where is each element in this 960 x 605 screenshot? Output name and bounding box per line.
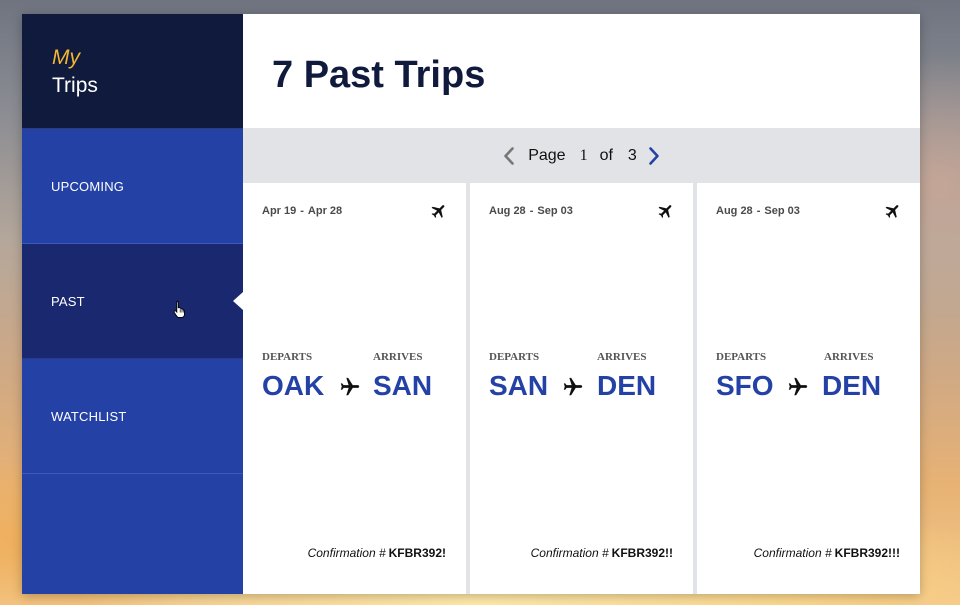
trip-cards: Apr 19- Apr 28 DEPARTS ARRIVES OAK SAN C… [243, 183, 920, 594]
pager-next-button[interactable] [643, 145, 665, 167]
trip-card[interactable]: Apr 19- Apr 28 DEPARTS ARRIVES OAK SAN C… [243, 183, 466, 594]
sidebar-item-label: PAST [51, 293, 85, 309]
date-separator: - [529, 205, 534, 217]
arrival-code: DEN [822, 370, 882, 401]
trip-start-date: Apr 19 [262, 205, 297, 217]
airplane-icon [658, 205, 672, 218]
sidebar-item-label: UPCOMING [51, 178, 125, 194]
page-title: 7 Past Trips [272, 54, 486, 96]
route-codes: OAK SAN [262, 370, 462, 406]
main-panel: 7 Past Trips Page 1 of 3 Apr 19-Apr 28 [243, 14, 920, 594]
arrives-label: ARRIVES [824, 351, 874, 363]
departs-label: DEPARTS [489, 351, 540, 363]
chevron-left-icon [504, 146, 514, 165]
brand-my: My [52, 46, 80, 69]
airplane-right-icon [340, 377, 360, 396]
departure-code: SFO [716, 370, 774, 401]
app-window: My Trips UPCOMING PAST WATCHLIST 7 Past … [22, 14, 920, 594]
date-separator: - [756, 205, 761, 217]
hand-pointer-cursor-icon [173, 300, 185, 318]
airplane-icon [431, 205, 445, 218]
confirmation: Confirmation # KFBR392! [308, 546, 446, 560]
sidebar-item-label: WATCHLIST [51, 408, 127, 424]
trip-dates: Aug 28- Sep 03 [489, 205, 573, 217]
trip-start-date: Aug 28 [489, 205, 526, 217]
airplane-right-icon [563, 377, 583, 396]
chevron-right-icon [649, 146, 659, 165]
arrives-label: ARRIVES [373, 351, 423, 363]
confirmation-label: Confirmation # [753, 546, 832, 560]
trip-end-date: Sep 03 [537, 205, 573, 217]
sidebar-item-watchlist[interactable]: WATCHLIST [22, 359, 243, 474]
trip-end-date: Apr 28 [307, 205, 343, 217]
confirmation: Confirmation # KFBR392!!! [754, 546, 900, 560]
pager-label: Page [528, 146, 566, 164]
arrival-code: DEN [597, 370, 657, 401]
pagination: Page 1 of 3 [243, 128, 920, 183]
pager-prev-button[interactable] [498, 145, 520, 167]
confirmation-label: Confirmation # [307, 546, 386, 560]
route-codes: SAN DEN [489, 370, 689, 406]
route-codes: SFO DEN [716, 370, 916, 406]
arrival-code: SAN [373, 370, 433, 401]
brand-trips: Trips [52, 74, 98, 97]
trip-dates: Aug 28- Sep 03 [716, 205, 800, 217]
sidebar: My Trips UPCOMING PAST WATCHLIST [22, 14, 243, 594]
route-labels: DEPARTS ARRIVES [716, 351, 906, 363]
confirmation-code: KFBR392! [388, 546, 446, 560]
confirmation-code: KFBR392!!! [834, 546, 900, 560]
trip-start-date: Aug 28 [716, 205, 753, 217]
confirmation-label: Confirmation # [530, 546, 609, 560]
trip-card[interactable]: Aug 28- Sep 03 DEPARTS ARRIVES SFO DEN C… [697, 183, 920, 594]
confirmation-code: KFBR392!! [611, 546, 673, 560]
route-labels: DEPARTS ARRIVES [489, 351, 679, 363]
pager-of: of [599, 146, 613, 164]
arrives-label: ARRIVES [597, 351, 647, 363]
departure-code: OAK [262, 370, 325, 401]
date-separator: - [300, 205, 304, 217]
sidebar-item-past[interactable]: PAST [22, 244, 243, 359]
route-labels: DEPARTS ARRIVES [262, 351, 452, 363]
trip-dates: Apr 19- Apr 28 [262, 205, 342, 217]
airplane-right-icon [788, 377, 808, 396]
pager-current: 1 [579, 146, 588, 164]
header: 7 Past Trips [243, 14, 920, 128]
airplane-icon [885, 205, 899, 218]
departure-code: SAN [489, 370, 549, 401]
confirmation: Confirmation # KFBR392!! [531, 546, 673, 560]
trip-end-date: Sep 03 [764, 205, 800, 217]
pager-total: 3 [627, 146, 637, 164]
departs-label: DEPARTS [716, 351, 767, 363]
trip-card[interactable]: Aug 28- Sep 03 DEPARTS ARRIVES SAN DEN C… [470, 183, 693, 594]
brand: My Trips [22, 14, 243, 129]
sidebar-item-upcoming[interactable]: UPCOMING [22, 129, 243, 244]
departs-label: DEPARTS [262, 351, 313, 363]
